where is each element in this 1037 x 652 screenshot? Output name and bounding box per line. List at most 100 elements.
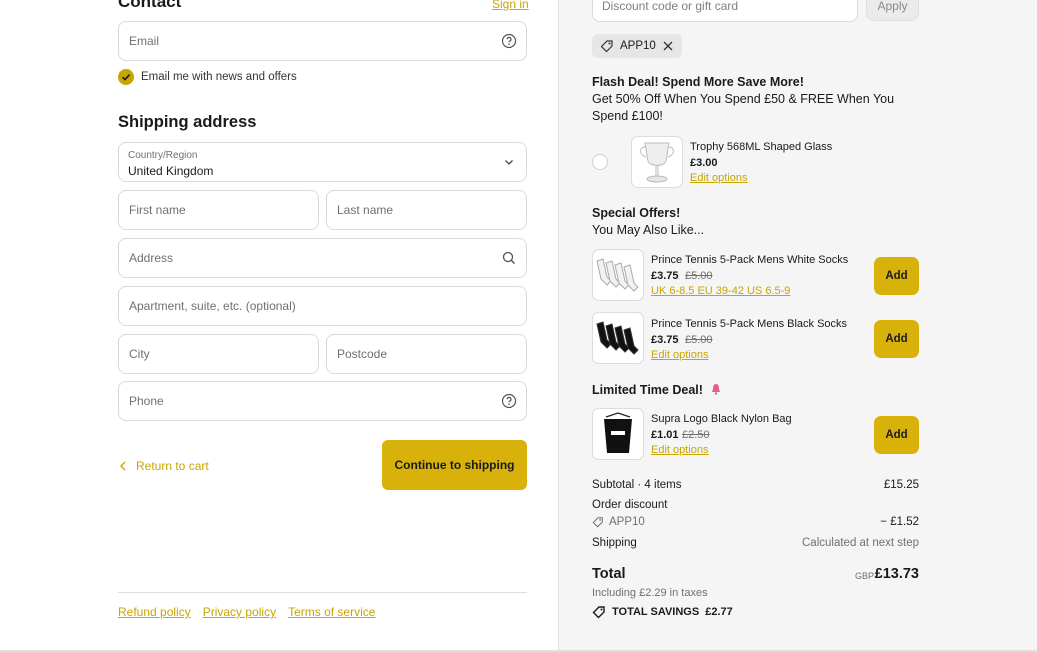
supra-bag-edit-options-link[interactable]: Edit options	[651, 444, 708, 456]
checkout-form-panel	[0, 0, 559, 652]
supra-bag-old-price: £2.50	[682, 429, 710, 441]
tag-icon	[592, 606, 605, 619]
supra-bag-price: £1.01	[651, 429, 679, 441]
refund-policy-link[interactable]: Refund policy	[118, 605, 191, 619]
city-field[interactable]	[118, 334, 319, 374]
chevron-left-icon	[120, 461, 126, 471]
discount-code-line: APP10	[592, 516, 645, 528]
supra-bag-name: Supra Logo Black Nylon Bag	[651, 413, 792, 425]
apartment-field[interactable]	[118, 286, 527, 326]
country-value: United Kingdom	[128, 164, 214, 178]
order-discount-row: Order discount	[592, 499, 919, 511]
first-name-input[interactable]	[119, 191, 318, 229]
close-icon[interactable]	[662, 40, 674, 52]
trophy-glass-icon	[640, 142, 674, 183]
terms-of-service-link[interactable]: Terms of service	[288, 605, 375, 619]
footer-divider	[118, 592, 527, 593]
country-label: Country/Region	[128, 150, 198, 161]
postcode-field[interactable]	[326, 334, 527, 374]
add-white-socks-button[interactable]: Add	[874, 257, 919, 295]
email-input[interactable]	[119, 22, 526, 60]
supra-bag-icon	[604, 412, 632, 453]
contact-heading: Contact	[118, 0, 182, 11]
applied-code-chip: APP10	[592, 34, 682, 58]
check-icon	[121, 74, 131, 81]
tag-icon	[600, 40, 613, 53]
shipping-heading: Shipping address	[118, 113, 257, 131]
shipping-row: Shipping Calculated at next step	[592, 537, 919, 549]
continue-to-shipping-button[interactable]: Continue to shipping	[382, 440, 527, 490]
address-field[interactable]	[118, 238, 527, 278]
special-offers-subtitle: You May Also Like...	[592, 223, 705, 237]
help-icon[interactable]	[501, 393, 517, 409]
help-icon[interactable]	[501, 33, 517, 49]
privacy-policy-link[interactable]: Privacy policy	[203, 605, 276, 619]
subtotal-value: £15.25	[883, 479, 919, 491]
shipping-value: Calculated at next step	[802, 537, 919, 549]
total-value: £13.73	[874, 566, 919, 582]
white-socks-price: £3.75	[651, 270, 679, 282]
taxes-note: Including £2.29 in taxes	[592, 587, 708, 599]
last-name-field[interactable]	[326, 190, 527, 230]
black-socks-image	[592, 312, 644, 364]
supra-bag-image	[592, 408, 644, 460]
tag-icon	[592, 517, 603, 528]
bell-icon	[712, 384, 721, 395]
flash-edit-options-link[interactable]: Edit options	[690, 172, 747, 184]
discount-field[interactable]	[592, 0, 858, 22]
news-checkbox-label: Email me with news and offers	[141, 71, 297, 83]
applied-code: APP10	[620, 40, 656, 52]
discount-value: − £1.52	[880, 516, 919, 528]
black-socks-edit-options-link[interactable]: Edit options	[651, 349, 708, 361]
news-checkbox[interactable]	[118, 69, 134, 85]
sign-in-link[interactable]: Sign in	[492, 0, 529, 11]
city-input[interactable]	[119, 335, 318, 373]
postcode-input[interactable]	[327, 335, 526, 373]
email-field[interactable]	[118, 21, 527, 61]
chevron-down-icon	[505, 160, 513, 165]
total-label: Total	[592, 566, 626, 582]
white-socks-size-link[interactable]: UK 6-8.5 EU 39-42 US 6.5-9	[651, 285, 790, 297]
add-black-socks-button[interactable]: Add	[874, 320, 919, 358]
return-to-cart-link[interactable]: Return to cart	[118, 459, 209, 473]
apply-discount-button[interactable]: Apply	[866, 0, 919, 21]
limited-deal-title: Limited Time Deal!	[592, 383, 722, 397]
discount-code-label: APP10	[609, 516, 645, 528]
order-discount-label: Order discount	[592, 499, 668, 511]
first-name-field[interactable]	[118, 190, 319, 230]
black-socks-old-price: £5.00	[685, 334, 713, 346]
limited-deal-title-text: Limited Time Deal!	[592, 383, 703, 397]
phone-input[interactable]	[119, 382, 526, 420]
footer-links: Refund policy Privacy policy Terms of se…	[118, 605, 375, 619]
flash-deal-title: Flash Deal! Spend More Save More!	[592, 75, 804, 89]
apartment-input[interactable]	[119, 287, 526, 325]
white-socks-name: Prince Tennis 5-Pack Mens White Socks	[651, 254, 849, 266]
black-socks-name: Prince Tennis 5-Pack Mens Black Socks	[651, 318, 848, 330]
return-to-cart-label: Return to cart	[136, 459, 209, 473]
white-socks-image	[592, 249, 644, 301]
flash-product-price: £3.00	[690, 157, 718, 169]
subtotal-row: Subtotal · 4 items £15.25	[592, 479, 919, 491]
discount-code-row: APP10 − £1.52	[592, 516, 919, 528]
subtotal-label: Subtotal · 4 items	[592, 479, 682, 491]
white-socks-icon	[596, 258, 639, 292]
search-icon	[502, 251, 515, 264]
address-input[interactable]	[119, 239, 526, 277]
total-savings-value: £2.77	[705, 606, 733, 618]
add-supra-bag-button[interactable]: Add	[874, 416, 919, 454]
shipping-label: Shipping	[592, 537, 637, 549]
last-name-input[interactable]	[327, 191, 526, 229]
white-socks-old-price: £5.00	[685, 270, 713, 282]
flash-product-name: Trophy 568ML Shaped Glass	[690, 141, 833, 153]
total-savings-label: TOTAL SAVINGS	[612, 606, 700, 618]
flash-deal-text: Get 50% Off When You Spend £50 & FREE Wh…	[592, 92, 895, 123]
total-savings: TOTAL SAVINGS £2.77	[592, 605, 733, 619]
phone-field[interactable]	[118, 381, 527, 421]
total-currency: GBP	[855, 571, 875, 581]
country-select[interactable]: Country/Region United Kingdom	[118, 142, 527, 182]
black-socks-icon	[596, 321, 639, 355]
discount-input[interactable]	[593, 0, 857, 21]
flash-product-radio[interactable]	[592, 154, 608, 170]
trophy-glass-image	[631, 136, 683, 188]
black-socks-price: £3.75	[651, 334, 679, 346]
